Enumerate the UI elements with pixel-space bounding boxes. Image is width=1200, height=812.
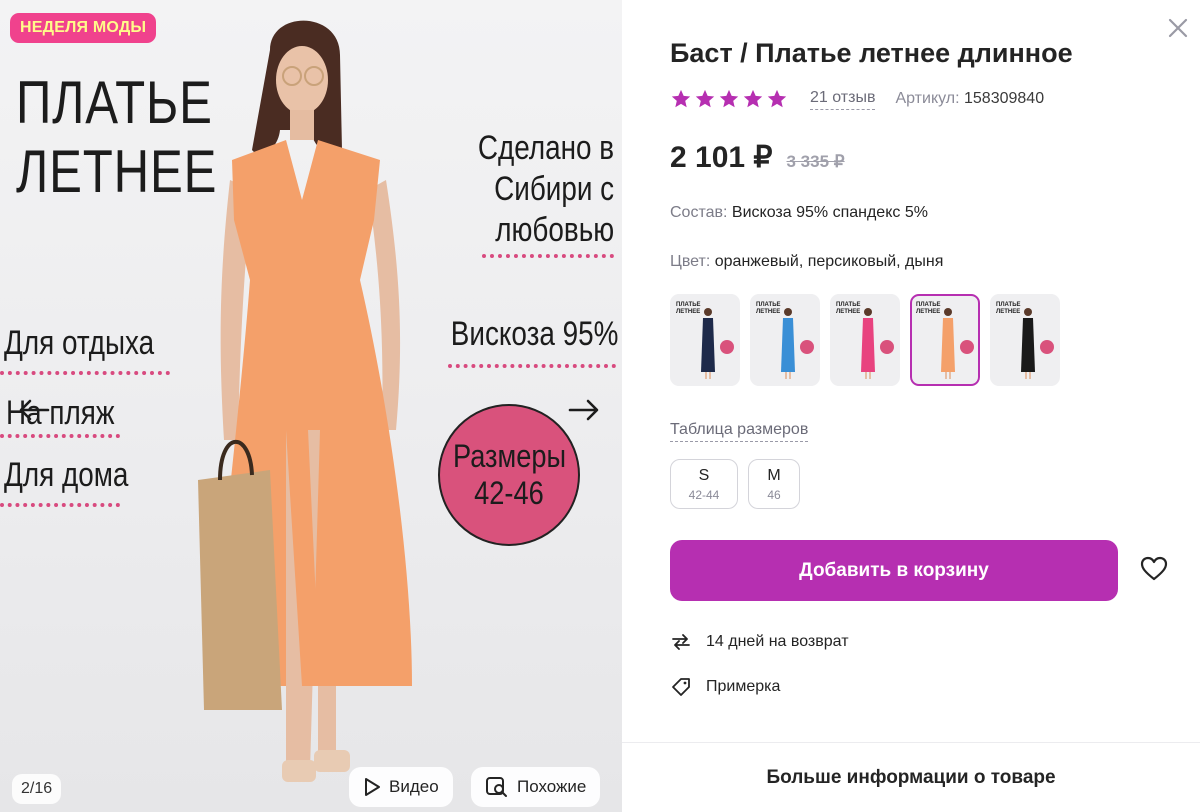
- current-price: 2 101 ₽: [670, 141, 773, 174]
- similar-button[interactable]: Похожие: [471, 767, 601, 807]
- reviews-link[interactable]: 21 отзыв: [810, 89, 876, 110]
- thumb-caption: ПЛАТЬЕ ЛЕТНЕЕ: [756, 302, 781, 315]
- color-variant-thumb[interactable]: ПЛАТЬЕ ЛЕТНЕЕ: [910, 294, 980, 386]
- fashion-week-badge: НЕДЕЛЯ МОДЫ: [10, 13, 157, 43]
- color-variant-thumb[interactable]: ПЛАТЬЕ ЛЕТНЕЕ: [990, 294, 1060, 386]
- size-range: 42-44: [688, 487, 720, 502]
- return-arrows-icon: [672, 634, 690, 650]
- composition-row: Состав: Вискоза 95% спандекс 5%: [670, 204, 928, 222]
- play-icon: [365, 778, 380, 796]
- star-icon: [695, 89, 715, 108]
- return-policy-row: 14 дней на возврат: [670, 631, 849, 653]
- product-image-gallery[interactable]: НЕДЕЛЯ МОДЫ ПЛАТЬЕ ЛЕТНЕЕ Сделано в Сиби…: [0, 0, 622, 812]
- heart-icon[interactable]: [1139, 554, 1169, 584]
- star-icon: [743, 89, 763, 108]
- color-value: оранжевый, персиковый, дыня: [714, 253, 944, 270]
- model-photo: [198, 20, 412, 782]
- size-range: 46: [767, 487, 781, 502]
- arrow-left-icon: [19, 399, 50, 421]
- thumb-badge: [880, 340, 894, 354]
- close-icon[interactable]: [1166, 16, 1190, 40]
- dotted-divider: [0, 503, 120, 507]
- dotted-divider: [0, 371, 170, 375]
- return-policy-text: 14 дней на возврат: [706, 633, 849, 650]
- video-button[interactable]: Видео: [349, 767, 453, 807]
- fitting-text: Примерка: [706, 678, 781, 695]
- article-number: Артикул: 158309840: [895, 90, 1044, 108]
- thumb-caption: ПЛАТЬЕ ЛЕТНЕЕ: [836, 302, 861, 315]
- dotted-divider: [482, 254, 614, 258]
- image-overlay-material: Вискоза 95%: [450, 315, 618, 353]
- made-in-line-2: Сибири с: [493, 169, 614, 208]
- made-in-line-1: Сделано в: [477, 129, 614, 167]
- composition-label: Состав:: [670, 204, 728, 221]
- rating-stars: [670, 88, 788, 110]
- product-title: Баст / Платье летнее длинное: [670, 38, 1073, 68]
- article-label: Артикул:: [895, 90, 960, 107]
- image-overlay-use-3: Для дома: [4, 456, 129, 494]
- thumb-caption: ПЛАТЬЕ ЛЕТНЕЕ: [676, 302, 701, 315]
- dotted-divider: [448, 364, 616, 368]
- image-search-icon: [486, 777, 507, 797]
- dotted-divider: [0, 434, 120, 438]
- video-button-label: Видео: [389, 777, 439, 796]
- image-overlay-use-1: Для отдыха: [4, 324, 155, 362]
- thumb-model: [701, 308, 715, 379]
- add-to-cart-button[interactable]: Добавить в корзину: [670, 540, 1118, 601]
- sizes-circle-label: Размеры 42-46: [438, 404, 580, 546]
- thumb-badge: [960, 340, 974, 354]
- star-icon: [671, 89, 691, 108]
- thumb-badge: [1040, 340, 1054, 354]
- thumb-badge: [720, 340, 734, 354]
- thumb-caption: ПЛАТЬЕ ЛЕТНЕЕ: [996, 302, 1021, 315]
- star-icon: [767, 89, 787, 108]
- thumb-model: [781, 308, 795, 379]
- image-overlay-made-in: Сделано в Сибири с любовью: [478, 128, 614, 250]
- image-counter: 2/16: [12, 774, 62, 804]
- image-overlay-title: ПЛАТЬЕ ЛЕТНЕЕ: [16, 68, 217, 206]
- overlay-title-line-2: ЛЕТНЕЕ: [16, 138, 218, 205]
- size-table-link[interactable]: Таблица размеров: [670, 421, 809, 442]
- more-info-button[interactable]: Больше информации о товаре: [622, 742, 1200, 812]
- old-price: 3 335 ₽: [786, 152, 845, 171]
- similar-button-label: Похожие: [517, 777, 587, 796]
- color-variant-thumb[interactable]: ПЛАТЬЕ ЛЕТНЕЕ: [670, 294, 740, 386]
- size-options: S 42-44 M 46: [670, 459, 800, 509]
- star-icon: [719, 89, 739, 108]
- color-row: Цвет: оранжевый, персиковый, дыня: [670, 253, 943, 271]
- thumb-model: [1021, 308, 1035, 379]
- sizes-circle-line-1: Размеры: [452, 438, 566, 475]
- thumb-badge: [800, 340, 814, 354]
- thumb-caption: ПЛАТЬЕ ЛЕТНЕЕ: [916, 302, 941, 315]
- thumb-model: [941, 308, 955, 379]
- size-option-m[interactable]: M 46: [748, 459, 800, 509]
- article-value: 158309840: [964, 90, 1045, 107]
- arrow-right-icon: [568, 399, 599, 421]
- price-block: 2 101 ₽ 3 335 ₽: [670, 140, 845, 175]
- color-variants: ПЛАТЬЕ ЛЕТНЕЕ ПЛАТЬЕ ЛЕТНЕЕ ПЛАТЬЕ ЛЕТНЕЕ ПЛАТ…: [670, 294, 1060, 386]
- composition-value: Вискоза 95% спандекс 5%: [731, 204, 928, 221]
- color-label: Цвет:: [670, 253, 711, 270]
- sizes-circle-line-2: 42-46: [474, 475, 544, 511]
- made-in-line-3: любовью: [495, 210, 614, 249]
- thumb-model: [861, 308, 875, 379]
- size-label: S: [698, 466, 710, 484]
- color-variant-thumb[interactable]: ПЛАТЬЕ ЛЕТНЕЕ: [750, 294, 820, 386]
- next-image-button[interactable]: [566, 392, 602, 428]
- color-variant-thumb[interactable]: ПЛАТЬЕ ЛЕТНЕЕ: [830, 294, 900, 386]
- size-label: M: [767, 466, 781, 484]
- prev-image-button[interactable]: [16, 392, 52, 428]
- overlay-title-line-1: ПЛАТЬЕ: [16, 69, 213, 136]
- product-info-panel: Баст / Платье летнее длинное 21 отзыв Ар…: [622, 0, 1200, 812]
- rating-row: 21 отзыв Артикул: 158309840: [670, 88, 1044, 110]
- size-option-s[interactable]: S 42-44: [670, 459, 738, 509]
- fitting-row: Примерка: [670, 676, 780, 698]
- tag-icon: [672, 678, 690, 696]
